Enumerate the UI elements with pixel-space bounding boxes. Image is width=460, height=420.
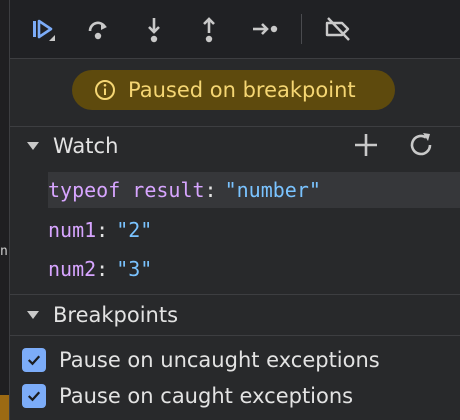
pause-uncaught-label: Pause on uncaught exceptions (59, 348, 380, 372)
editor-highlight (0, 395, 9, 420)
resume-button[interactable] (28, 14, 58, 44)
debugger-toolbar (10, 0, 460, 59)
info-icon (95, 80, 115, 100)
watch-item[interactable]: typeof result: "number" (48, 172, 460, 208)
refresh-watch-button[interactable] (405, 129, 437, 161)
watch-colon: : (204, 178, 217, 202)
plus-icon (355, 134, 377, 156)
pause-caught-option[interactable]: Pause on caught exceptions (22, 380, 353, 412)
watch-expression: num1 (48, 218, 97, 242)
check-icon (27, 355, 41, 366)
step-into-button[interactable] (139, 14, 169, 44)
debugger-sidebar: Paused on breakpoint Watch typeof result… (10, 0, 460, 420)
check-icon (27, 391, 41, 402)
watch-title: Watch (53, 134, 119, 158)
paused-message: Paused on breakpoint (128, 78, 356, 102)
watch-value: "number" (224, 178, 321, 202)
watch-section-header[interactable]: Watch (10, 126, 460, 166)
expand-triangle-icon (27, 142, 39, 150)
breakpoints-section-header[interactable]: Breakpoints (10, 294, 460, 336)
editor-text-fragment: n (0, 244, 8, 259)
pause-uncaught-checkbox[interactable] (22, 348, 46, 372)
expand-triangle-icon (27, 311, 39, 319)
editor-edge: n (0, 0, 10, 420)
step-over-button[interactable] (83, 14, 113, 44)
watch-value: "3" (116, 257, 153, 281)
step-icon (253, 23, 278, 35)
watch-expression: typeof result (48, 178, 205, 202)
step-out-button[interactable] (194, 14, 224, 44)
step-out-icon (203, 17, 215, 43)
deactivate-breakpoints-icon (325, 17, 350, 41)
step-button[interactable] (250, 14, 280, 44)
paused-banner: Paused on breakpoint (72, 70, 395, 110)
refresh-icon (410, 133, 432, 156)
paused-status-row: Paused on breakpoint (10, 58, 460, 127)
add-watch-expression-button[interactable] (350, 129, 382, 161)
breakpoints-title: Breakpoints (53, 303, 179, 327)
step-into-icon (148, 18, 160, 43)
watch-item[interactable]: num2: "3" (48, 251, 152, 287)
watch-item[interactable]: num1: "2" (48, 212, 152, 248)
watch-colon: : (96, 218, 109, 242)
watch-expression: num2 (48, 257, 97, 281)
deactivate-breakpoints-button[interactable] (323, 14, 353, 44)
pause-caught-label: Pause on caught exceptions (59, 384, 354, 408)
step-over-icon (88, 21, 107, 40)
pause-uncaught-option[interactable]: Pause on uncaught exceptions (22, 344, 380, 376)
resume-icon (33, 19, 55, 41)
toolbar-separator (301, 14, 302, 44)
watch-colon: : (96, 257, 109, 281)
watch-value: "2" (116, 218, 153, 242)
pause-caught-checkbox[interactable] (22, 384, 46, 408)
